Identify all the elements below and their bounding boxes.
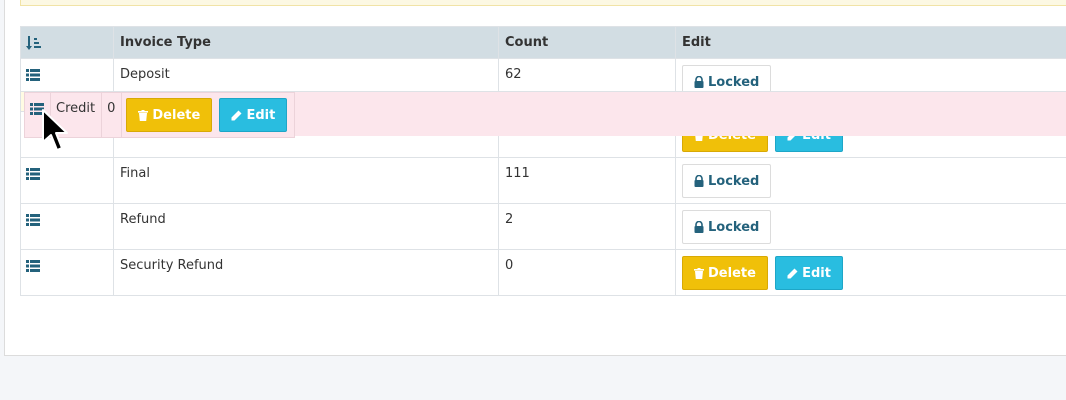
sort-amount-icon[interactable] [26, 35, 42, 51]
lock-icon [694, 175, 704, 187]
locked-label: Locked [708, 173, 760, 189]
list-icon[interactable] [26, 213, 40, 226]
locked-label: Locked [708, 74, 760, 90]
list-icon[interactable] [26, 68, 40, 81]
edit-button[interactable]: Edit [775, 256, 843, 290]
edit-button[interactable]: Edit [219, 98, 288, 132]
pencil-icon [231, 110, 242, 120]
mouse-pointer-icon [42, 109, 68, 151]
locked-button[interactable]: Locked [682, 210, 772, 244]
list-icon[interactable] [26, 167, 40, 180]
invoice-type-header[interactable]: Invoice Type [114, 27, 499, 58]
delete-label: Delete [708, 265, 756, 281]
row-drag-handle[interactable] [21, 158, 114, 203]
row-drag-handle[interactable] [21, 250, 114, 295]
notice-bar [20, 0, 1066, 6]
edit-label: Edit [802, 265, 831, 281]
count-cell: 2 [499, 204, 676, 249]
table-row-deposit: Deposit 62 Locked [21, 59, 1066, 92]
lock-icon [694, 221, 704, 233]
invoice-type-cell: Refund [114, 204, 499, 249]
list-icon[interactable] [26, 259, 40, 272]
invoice-type-table: Invoice Type Count Edit Deposit 62 Locke… [20, 26, 1066, 296]
table-row-security-refund: Security Refund 0 Delete Edit [21, 250, 1066, 296]
pencil-icon [787, 268, 798, 278]
lock-icon [694, 76, 704, 88]
count-cell: 111 [499, 158, 676, 203]
invoice-type-cell: Deposit [114, 59, 499, 91]
trash-icon [694, 267, 704, 279]
locked-button[interactable]: Locked [682, 164, 772, 198]
edit-cell: Locked [676, 59, 1066, 91]
count-header[interactable]: Count [499, 27, 676, 58]
delete-label: Delete [152, 107, 201, 123]
edit-cell: Locked [676, 158, 1066, 203]
dragged-row[interactable]: Credit 0 Delete Edit [24, 92, 1066, 138]
edit-cell: Delete Edit [676, 250, 1066, 295]
edit-header: Edit [682, 35, 711, 50]
invoice-type-cell: Security Refund [114, 250, 499, 295]
edit-cell: Locked [676, 204, 1066, 249]
locked-label: Locked [708, 219, 760, 235]
table-header-row: Invoice Type Count Edit [21, 27, 1066, 59]
count-cell: 0 [102, 93, 123, 137]
table-row-refund: Refund 2 Locked [21, 204, 1066, 250]
sort-column-header[interactable] [21, 27, 114, 58]
trash-icon [138, 109, 149, 121]
delete-button[interactable]: Delete [126, 98, 213, 132]
invoice-type-cell: Final [114, 158, 499, 203]
row-drag-handle[interactable] [21, 59, 114, 91]
table-row-final: Final 111 Locked [21, 158, 1066, 204]
count-cell: 62 [499, 59, 676, 91]
delete-button[interactable]: Delete [682, 256, 768, 290]
count-cell: 0 [499, 250, 676, 295]
locked-button[interactable]: Locked [682, 65, 772, 91]
edit-cell: Delete Edit [122, 93, 294, 137]
edit-label: Edit [246, 107, 276, 123]
row-drag-handle[interactable] [21, 204, 114, 249]
